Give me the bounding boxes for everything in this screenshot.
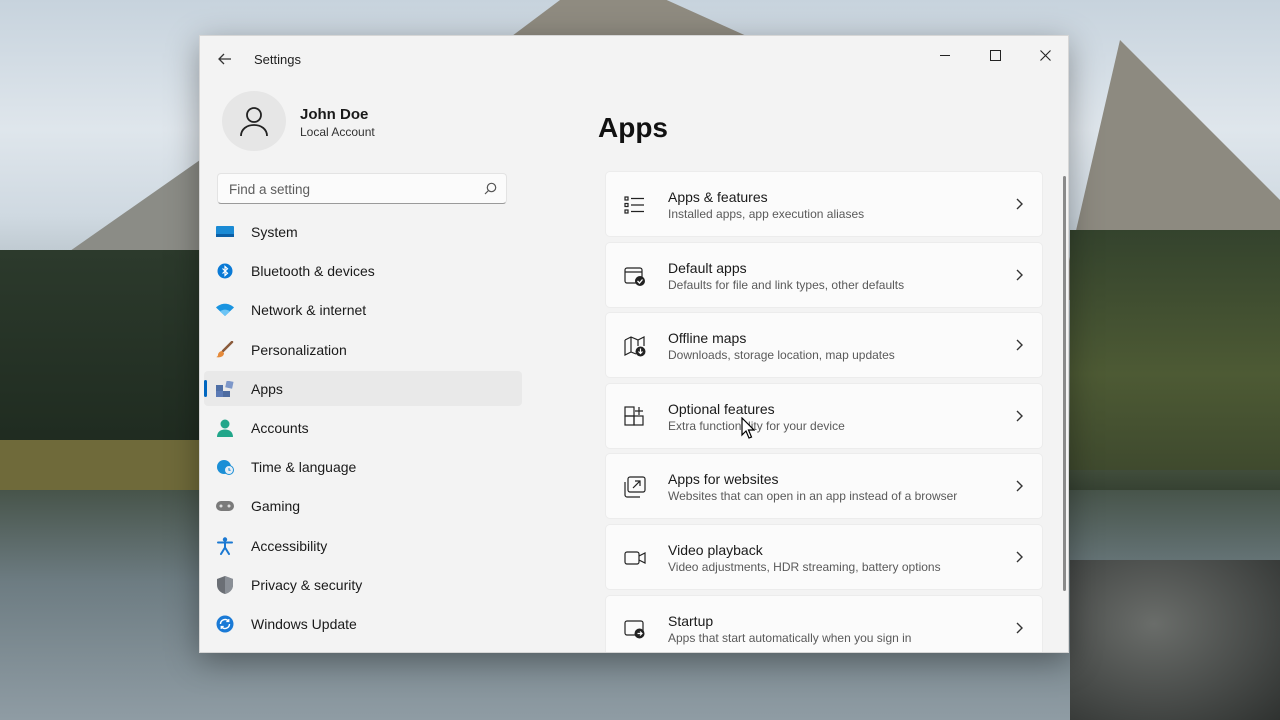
chevron-right-icon <box>1016 198 1023 210</box>
card-title: Video playback <box>668 541 763 558</box>
sidebar-item-label: Privacy & security <box>251 576 363 593</box>
maximize-icon <box>989 49 1001 61</box>
apps-for-websites-card[interactable]: Apps for websites Websites that can open… <box>605 453 1043 520</box>
offline-maps-card[interactable]: Offline maps Downloads, storage location… <box>605 312 1043 379</box>
card-title: Optional features <box>668 400 775 417</box>
minimize-icon <box>940 54 950 56</box>
shield-icon <box>216 575 234 594</box>
map-download-icon <box>624 336 646 357</box>
sidebar-item-label: Network & internet <box>251 302 367 319</box>
card-subtitle: Downloads, storage location, map updates <box>668 348 895 363</box>
list-icon <box>624 196 644 214</box>
monitor-icon <box>216 223 234 241</box>
scrollbar[interactable] <box>1063 176 1066 591</box>
sidebar-item-label: Accessibility <box>251 537 328 554</box>
chevron-right-icon <box>1016 622 1023 634</box>
video-playback-card[interactable]: Video playback Video adjustments, HDR st… <box>605 523 1043 590</box>
default-apps-icon <box>624 266 645 286</box>
close-icon <box>1039 49 1051 61</box>
active-indicator <box>204 379 207 397</box>
sidebar-nav: System Bluetooth & devices Network & int… <box>204 214 522 645</box>
person-icon <box>216 419 234 437</box>
search-box[interactable]: Find a setting <box>217 173 507 204</box>
sidebar-item-apps[interactable]: Apps <box>204 370 522 406</box>
open-in-app-icon <box>624 476 646 498</box>
sidebar-item-accounts[interactable]: Accounts <box>204 410 522 445</box>
account-type: Local Account <box>300 125 375 139</box>
card-subtitle: Installed apps, app execution aliases <box>668 207 865 221</box>
page-title: Apps <box>598 112 668 143</box>
optional-features-card[interactable]: Optional features Extra functionality fo… <box>605 382 1043 449</box>
paintbrush-icon <box>216 340 234 359</box>
card-title: Offline maps <box>668 330 747 347</box>
sidebar-item-label: Windows Update <box>251 615 357 632</box>
card-subtitle: Video adjustments, HDR streaming, batter… <box>668 559 941 574</box>
wifi-icon <box>216 301 234 319</box>
back-arrow-icon <box>218 53 231 65</box>
sidebar-item-label: System <box>251 224 298 240</box>
maximize-button[interactable] <box>972 40 1018 70</box>
accessibility-icon <box>216 536 234 555</box>
sidebar-item-label: Apps <box>251 380 283 397</box>
window-title: Settings <box>254 52 301 67</box>
sidebar-item-windows-update[interactable]: Windows Update <box>204 606 522 641</box>
user-name: John Doe <box>300 106 369 123</box>
gamepad-icon <box>216 497 234 515</box>
minimize-button[interactable] <box>922 40 968 70</box>
sidebar-item-label: Personalization <box>251 341 347 358</box>
chevron-right-icon <box>1016 269 1023 281</box>
sidebar-item-label: Time & language <box>251 459 357 476</box>
card-subtitle: Defaults for file and link types, other … <box>668 277 905 292</box>
sidebar-item-accessibility[interactable]: Accessibility <box>204 528 522 563</box>
video-camera-icon <box>624 551 646 565</box>
back-button[interactable] <box>214 48 236 70</box>
mouse-cursor-icon <box>741 417 755 439</box>
chevron-right-icon <box>1016 480 1023 492</box>
add-grid-icon <box>624 406 644 426</box>
startup-card[interactable]: Startup Apps that start automatically wh… <box>605 594 1043 652</box>
sidebar-item-label: Gaming <box>251 498 301 515</box>
apps-settings-list: Apps & features Installed apps, app exec… <box>605 171 1043 652</box>
chevron-right-icon <box>1016 410 1023 422</box>
startup-icon <box>624 619 645 639</box>
sidebar-item-label: Bluetooth & devices <box>251 263 375 280</box>
person-icon <box>240 107 268 137</box>
close-button[interactable] <box>1022 40 1068 70</box>
sidebar-item-bluetooth[interactable]: Bluetooth & devices <box>204 253 522 288</box>
sidebar-item-network[interactable]: Network & internet <box>204 292 522 327</box>
card-subtitle: Apps that start automatically when you s… <box>668 630 912 645</box>
card-title: Apps & features <box>668 189 768 205</box>
apps-features-card[interactable]: Apps & features Installed apps, app exec… <box>605 171 1043 237</box>
avatar <box>222 91 286 151</box>
search-icon <box>484 182 497 195</box>
chevron-right-icon <box>1016 551 1023 563</box>
search-input[interactable]: Find a setting <box>229 182 310 197</box>
sidebar-item-label: Accounts <box>251 419 309 436</box>
bluetooth-icon <box>216 262 234 280</box>
card-title: Startup <box>668 612 714 629</box>
globe-clock-icon <box>216 458 234 476</box>
apps-icon <box>216 380 234 398</box>
sidebar-item-system[interactable]: System <box>204 214 522 249</box>
card-subtitle: Extra functionality for your device <box>668 418 845 433</box>
sidebar-item-privacy[interactable]: Privacy & security <box>204 567 522 602</box>
card-title: Apps for websites <box>668 471 779 488</box>
chevron-right-icon <box>1016 339 1023 351</box>
sidebar-item-gaming[interactable]: Gaming <box>204 488 522 523</box>
sync-icon <box>216 615 234 633</box>
settings-window: Settings John Doe Local Account Find a s… <box>199 35 1069 653</box>
default-apps-card[interactable]: Default apps Defaults for file and link … <box>605 241 1043 308</box>
sidebar-item-personalization[interactable]: Personalization <box>204 332 522 367</box>
sidebar-item-time-language[interactable]: Time & language <box>204 449 522 484</box>
title-bar: Settings <box>200 36 1068 82</box>
card-subtitle: Websites that can open in an app instead… <box>668 489 958 504</box>
card-title: Default apps <box>668 259 747 276</box>
